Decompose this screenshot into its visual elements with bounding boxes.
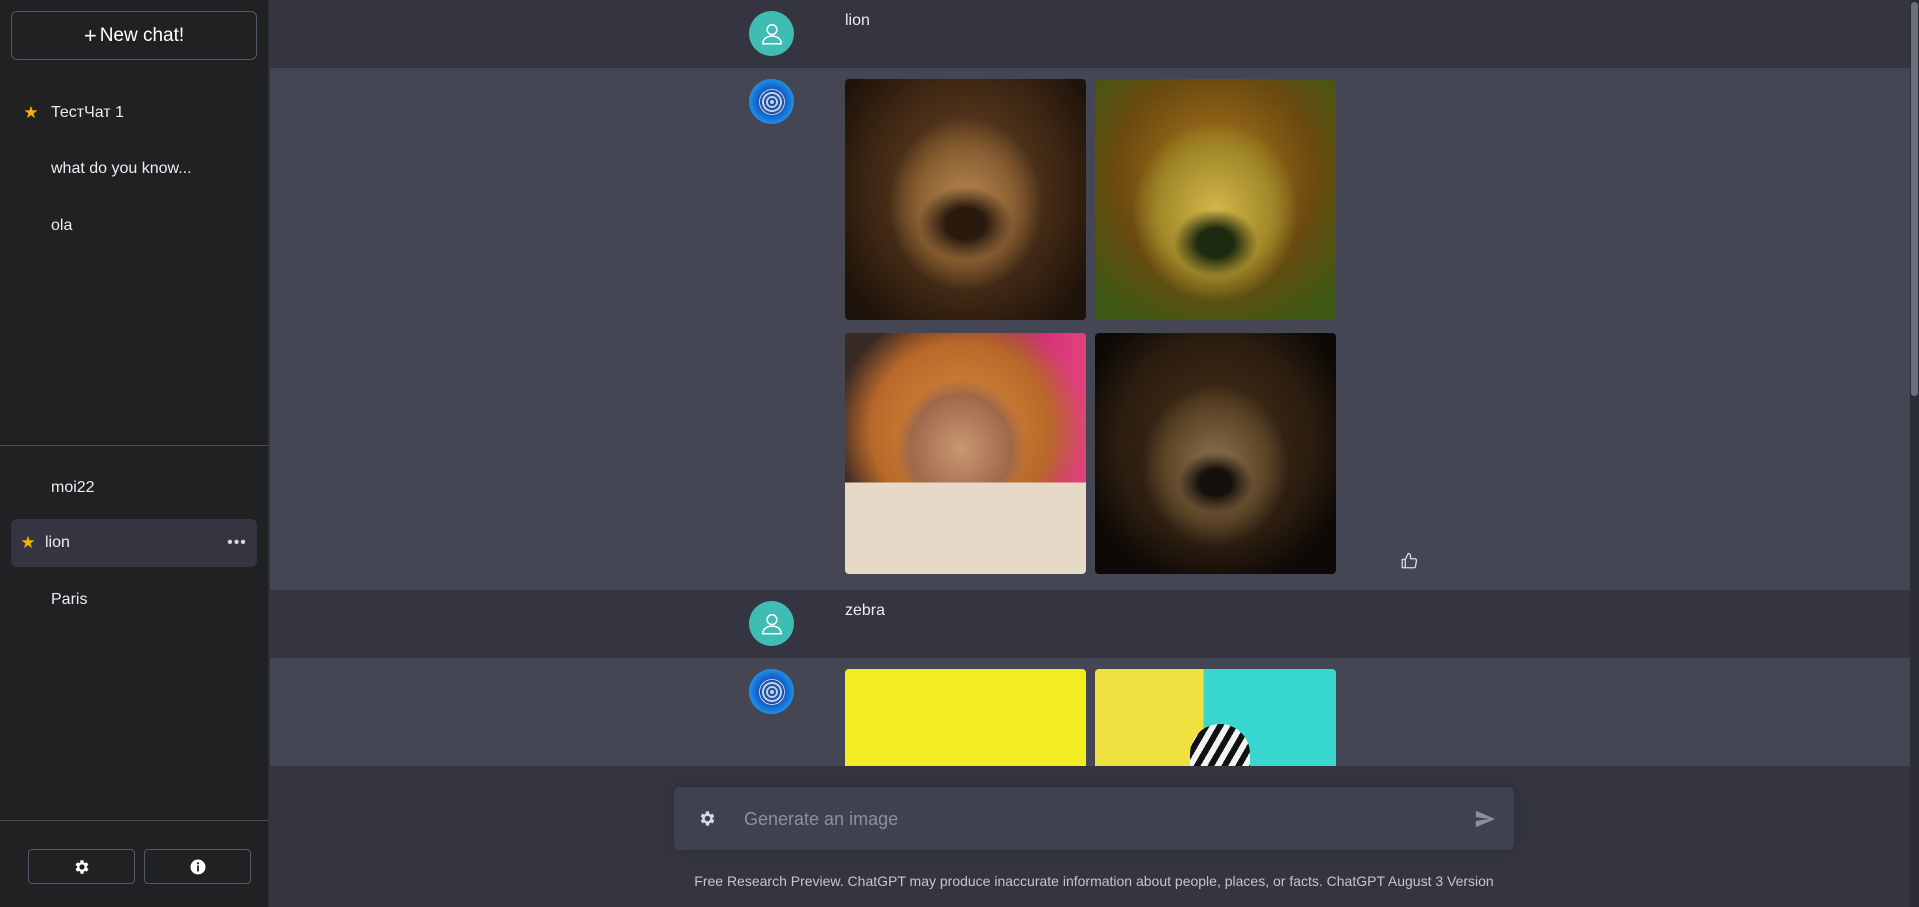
sidebar-item-moi22[interactable]: moi22 <box>11 464 257 512</box>
scrollbar-thumb[interactable] <box>1911 2 1918 396</box>
thumbs-up-icon[interactable] <box>1400 552 1418 570</box>
user-message-row: zebra <box>270 590 1910 658</box>
sidebar-item-label: Paris <box>51 591 88 608</box>
prompt-input[interactable] <box>744 801 1434 837</box>
sidebar-item-label: what do you know... <box>51 160 192 177</box>
lion-image-3[interactable] <box>845 333 1086 574</box>
sidebar-item-label: ТестЧат 1 <box>51 104 124 121</box>
user-message-row: lion <box>270 0 1910 68</box>
bot-message-row <box>270 68 1910 590</box>
more-options-icon[interactable]: ••• <box>217 534 257 552</box>
gear-icon[interactable] <box>698 809 717 828</box>
footer-disclaimer: Free Research Preview. ChatGPT may produ… <box>694 873 1494 889</box>
prompt-box <box>674 787 1514 850</box>
sidebar: + New chat! ★ ТестЧат 1 what do you know… <box>0 0 269 907</box>
sidebar-item-label: lion <box>45 534 70 551</box>
sidebar-divider <box>0 445 269 446</box>
star-icon[interactable]: ★ <box>11 533 45 553</box>
sidebar-item-ola[interactable]: ola <box>11 202 257 250</box>
plus-icon: + <box>83 22 97 48</box>
sidebar-divider <box>0 820 269 821</box>
message-text: lion <box>845 12 870 29</box>
user-avatar <box>749 11 794 56</box>
chat-main: lion zebra Generate an image Free Resear… <box>270 0 1919 907</box>
zebra-image-1[interactable] <box>845 669 1086 766</box>
user-icon <box>761 23 782 45</box>
settings-button[interactable] <box>28 849 135 884</box>
info-button[interactable] <box>144 849 251 884</box>
sidebar-item-lion[interactable]: ★ lion ••• <box>11 519 257 567</box>
send-icon[interactable] <box>1474 808 1496 830</box>
gear-icon <box>75 859 88 874</box>
lion-image-1[interactable] <box>845 79 1086 320</box>
lion-image-4[interactable] <box>1095 333 1336 574</box>
sidebar-item-label: ola <box>51 217 73 234</box>
sidebar-item-label: moi22 <box>51 479 95 496</box>
user-icon <box>761 613 782 635</box>
sidebar-item-paris[interactable]: Paris <box>11 576 257 624</box>
bot-message-row <box>270 658 1910 766</box>
message-text: zebra <box>845 602 886 619</box>
new-chat-button[interactable]: + New chat! <box>11 11 257 60</box>
star-icon[interactable]: ★ <box>11 103 51 123</box>
bot-avatar <box>749 669 794 714</box>
new-chat-label: New chat! <box>99 24 185 46</box>
sidebar-item-what-do-you-know[interactable]: what do you know... <box>11 145 257 193</box>
info-icon <box>190 859 205 874</box>
bot-avatar <box>749 79 794 124</box>
zebra-image-2[interactable] <box>1095 669 1336 766</box>
user-avatar <box>749 601 794 646</box>
lion-image-2[interactable] <box>1095 79 1336 320</box>
sidebar-item-testchat-1[interactable]: ★ ТестЧат 1 <box>11 89 257 137</box>
scrollbar[interactable] <box>1910 0 1919 907</box>
